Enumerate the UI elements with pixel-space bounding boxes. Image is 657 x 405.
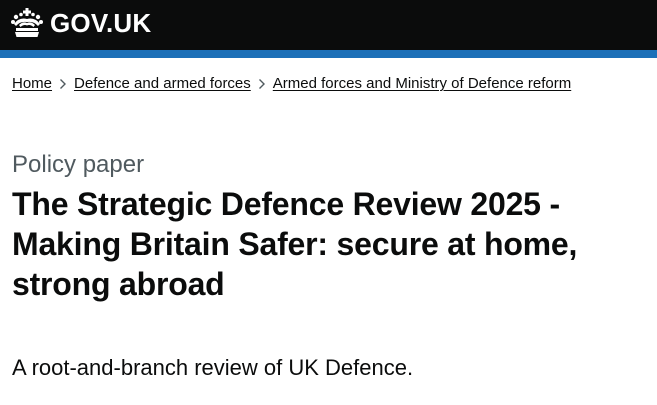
header-blue-stripe [0,50,657,58]
site-header: GOV.UK [0,0,657,50]
document-type-caption: Policy paper [12,151,145,178]
govuk-logo-link[interactable]: GOV.UK [10,6,151,40]
chevron-right-icon [52,74,74,94]
lead-paragraph: A root-and-branch review of UK Defence. [12,355,414,380]
govuk-logo-text: GOV.UK [50,8,152,38]
breadcrumb-defence-link[interactable]: Defence and armed forces [74,74,251,94]
breadcrumb-home-link[interactable]: Home [12,74,52,94]
breadcrumb: Home Defence and armed forces Armed forc… [12,74,571,94]
chevron-right-icon [251,74,273,94]
breadcrumb-armed-forces-reform-link[interactable]: Armed forces and Ministry of Defence ref… [273,74,571,94]
crown-icon [10,7,44,39]
page-title: The Strategic Defence Review 2025 - Maki… [12,186,578,302]
